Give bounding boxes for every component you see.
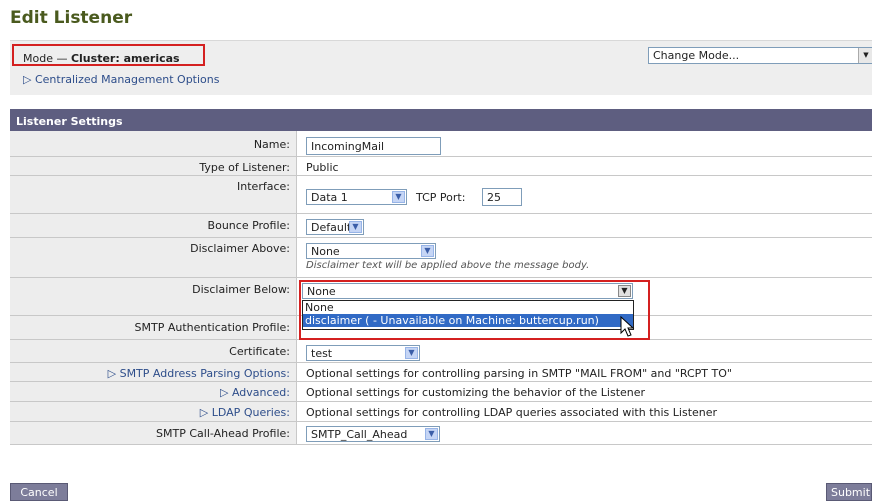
parsing-label: ▷ SMTP Address Parsing Options: bbox=[10, 363, 297, 381]
mode-label: Mode — Cluster: americas bbox=[23, 52, 180, 65]
ldap-queries-link[interactable]: ▷ LDAP Queries: bbox=[200, 406, 290, 419]
row-disclaimer-above: Disclaimer Above: None ▼ Disclaimer text … bbox=[10, 238, 872, 278]
disclaimer-below-dropdown-list[interactable]: None disclaimer ( - Unavailable on Machi… bbox=[302, 300, 634, 330]
type-value: Public bbox=[306, 161, 339, 174]
parsing-description: Optional settings for controlling parsin… bbox=[306, 367, 732, 380]
page-title: Edit Listener bbox=[10, 8, 133, 28]
name-input[interactable]: IncomingMail bbox=[306, 137, 441, 155]
chevron-down-icon[interactable]: ▼ bbox=[392, 191, 405, 203]
certificate-label: Certificate: bbox=[10, 340, 297, 362]
disclaimer-above-label: Disclaimer Above: bbox=[10, 238, 297, 277]
row-ldap: ▷ LDAP Queries: Optional settings for co… bbox=[10, 402, 872, 422]
bounce-label: Bounce Profile: bbox=[10, 214, 297, 237]
call-ahead-select[interactable]: SMTP_Call_Ahead ▼ bbox=[306, 426, 440, 442]
advanced-description: Optional settings for customizing the be… bbox=[306, 386, 646, 399]
row-interface: Interface: Data 1 ▼ TCP Port: 25 bbox=[10, 176, 872, 214]
change-mode-value: Change Mode... bbox=[653, 49, 740, 62]
dropdown-option-disclaimer[interactable]: disclaimer ( - Unavailable on Machine: b… bbox=[303, 314, 633, 327]
ldap-description: Optional settings for controlling LDAP q… bbox=[306, 406, 718, 419]
row-advanced: ▷ Advanced: Optional settings for custom… bbox=[10, 382, 872, 402]
chevron-down-icon[interactable]: ▼ bbox=[405, 347, 418, 359]
name-label: Name: bbox=[10, 131, 297, 156]
advanced-label: ▷ Advanced: bbox=[10, 382, 297, 401]
smtp-address-parsing-link[interactable]: ▷ SMTP Address Parsing Options: bbox=[108, 367, 290, 380]
row-bounce: Bounce Profile: Default ▼ bbox=[10, 214, 872, 238]
bounce-select[interactable]: Default ▼ bbox=[306, 219, 364, 235]
tcp-port-input[interactable]: 25 bbox=[482, 188, 522, 206]
chevron-down-icon[interactable]: ▼ bbox=[858, 48, 872, 63]
row-type: Type of Listener: Public bbox=[10, 157, 872, 176]
row-name: Name: IncomingMail bbox=[10, 131, 872, 157]
mode-prefix: Mode — bbox=[23, 52, 68, 65]
tcp-port-label: TCP Port: bbox=[416, 191, 466, 204]
disclaimer-above-select[interactable]: None ▼ bbox=[306, 243, 436, 259]
chevron-down-icon[interactable]: ▼ bbox=[349, 221, 362, 233]
chevron-down-icon[interactable]: ▼ bbox=[425, 428, 438, 440]
row-call-ahead: SMTP Call-Ahead Profile: SMTP_Call_Ahead… bbox=[10, 422, 872, 445]
smtp-auth-label: SMTP Authentication Profile: bbox=[10, 316, 297, 339]
submit-button[interactable]: Submit bbox=[826, 483, 872, 501]
interface-select[interactable]: Data 1 ▼ bbox=[306, 189, 407, 205]
disclaimer-above-help: Disclaimer text will be applied above th… bbox=[306, 260, 590, 271]
certificate-select[interactable]: test ▼ bbox=[306, 345, 420, 361]
interface-label: Interface: bbox=[10, 176, 297, 213]
call-ahead-label: SMTP Call-Ahead Profile: bbox=[10, 422, 297, 444]
ldap-label: ▷ LDAP Queries: bbox=[10, 402, 297, 421]
row-address-parsing: ▷ SMTP Address Parsing Options: Optional… bbox=[10, 363, 872, 382]
row-certificate: Certificate: test ▼ bbox=[10, 340, 872, 363]
cancel-button[interactable]: Cancel bbox=[10, 483, 68, 501]
mouse-cursor-icon bbox=[620, 316, 635, 337]
type-label: Type of Listener: bbox=[10, 157, 297, 175]
dropdown-option-none[interactable]: None bbox=[303, 301, 633, 314]
change-mode-select[interactable]: Change Mode... ▼ bbox=[648, 47, 872, 64]
centralized-management-link[interactable]: ▷ Centralized Management Options bbox=[23, 73, 220, 86]
advanced-link[interactable]: ▷ Advanced: bbox=[220, 386, 290, 399]
disclaimer-below-label: Disclaimer Below: bbox=[10, 278, 297, 315]
chevron-down-icon[interactable]: ▼ bbox=[421, 245, 434, 257]
cluster-name: Cluster: americas bbox=[70, 52, 180, 65]
panel-heading: Listener Settings bbox=[10, 109, 872, 131]
listener-settings-panel: Listener Settings Name: IncomingMail Typ… bbox=[10, 109, 872, 445]
